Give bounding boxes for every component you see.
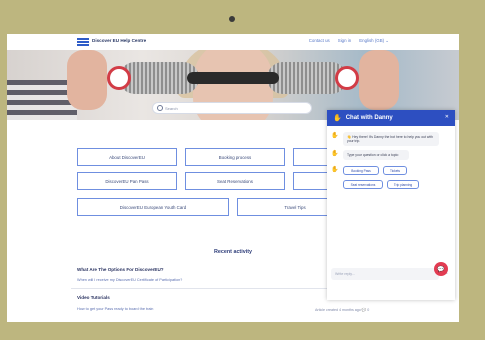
divider (71, 288, 371, 289)
recent-question[interactable]: Video Tutorials (77, 295, 110, 300)
category-tile[interactable]: About DiscoverEU (77, 148, 177, 166)
top-nav: Contact us Sign in English (GB) ⌄ (309, 38, 389, 44)
category-tile[interactable]: DiscoverEU Pan Pass (77, 172, 177, 190)
search-input[interactable]: Search (152, 102, 312, 114)
bot-avatar-icon: ✋ (331, 167, 339, 173)
search-placeholder: Search (165, 105, 178, 111)
search-icon (157, 105, 163, 111)
chat-title: Chat with Danny (345, 115, 393, 121)
hero-decoration (187, 72, 279, 84)
recent-answer-link[interactable]: How to get your Pass ready to board the … (77, 307, 153, 311)
chat-bubble-icon: 💬 (437, 266, 445, 273)
close-icon[interactable]: ✕ (445, 114, 449, 120)
article-meta: Article created 4 months ago 💬 0 (315, 308, 370, 312)
brand-name[interactable]: Discover EU Help Centre (92, 38, 146, 43)
camera-icon (229, 16, 235, 22)
chat-message: 👋 Hey there! It's Danny the bot here to … (343, 132, 439, 146)
device-frame: Discover EU Help Centre Contact us Sign … (0, 0, 485, 340)
chat-option-seat-reservations[interactable]: Seat reservations (343, 180, 383, 189)
chat-option-trip-planning[interactable]: Trip planning (387, 180, 419, 189)
bot-avatar-icon: ✋ (331, 133, 339, 139)
recent-answer-link[interactable]: When will I receive my DiscoverEU Certif… (77, 278, 182, 282)
category-tile[interactable]: Seat Reservations (185, 172, 285, 190)
hero-decoration (67, 50, 107, 110)
logo-icon[interactable] (77, 38, 89, 46)
chat-launcher-button[interactable]: 💬 (434, 262, 448, 276)
chat-option-tickets[interactable]: Tickets (383, 166, 407, 175)
hero-decoration (335, 66, 359, 90)
top-bar: Discover EU Help Centre Contact us Sign … (7, 34, 459, 50)
hero-decoration (359, 50, 399, 110)
nav-sign-in[interactable]: Sign in (338, 38, 351, 44)
nav-contact-us[interactable]: Contact us (309, 38, 330, 44)
category-tile[interactable]: DiscoverEU European Youth Card (77, 198, 229, 216)
recent-question[interactable]: What Are The Options For DiscoverEU? (77, 267, 164, 272)
chat-reply-input[interactable]: Write reply... (331, 268, 439, 280)
category-tile[interactable]: Booking process (185, 148, 285, 166)
chat-option-booking-pass[interactable]: Booking Pass (343, 166, 379, 175)
hero-decoration (107, 66, 131, 90)
chat-message: Type your question or click a topic: (343, 150, 409, 160)
bot-avatar-icon: ✋ (331, 151, 339, 157)
nav-language-select[interactable]: English (GB) ⌄ (359, 38, 389, 44)
screen: Discover EU Help Centre Contact us Sign … (7, 34, 459, 322)
wave-icon: ✋ (333, 115, 342, 122)
chat-header: ✋ Chat with Danny ✕ (327, 110, 455, 126)
